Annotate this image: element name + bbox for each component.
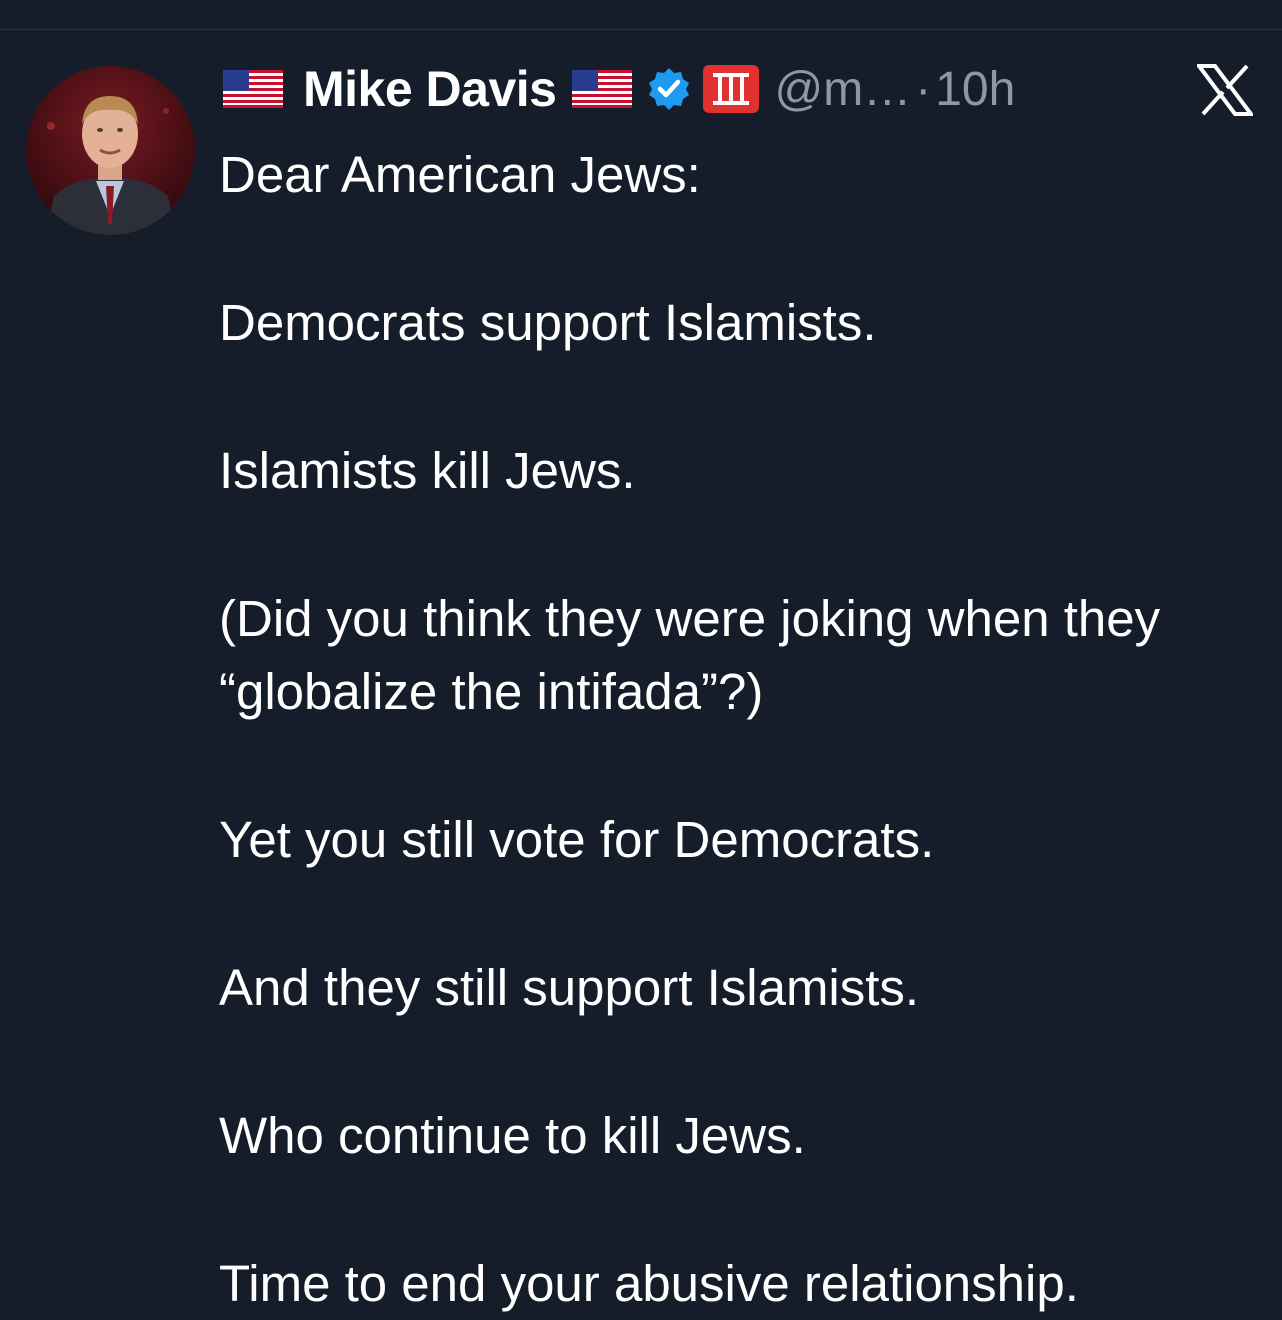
x-logo-icon[interactable]: [1197, 64, 1253, 116]
tweet-paragraph: (Did you think they were joking when the…: [219, 590, 1175, 720]
display-name[interactable]: Mike Davis: [303, 60, 557, 118]
tweet-paragraph: Time to end your abusive relationship.: [219, 1255, 1079, 1312]
tweet-paragraph: Dear American Jews:: [219, 146, 701, 203]
roman-numeral-three-icon[interactable]: [702, 64, 760, 114]
user-handle[interactable]: @m…: [774, 62, 911, 117]
tweet-header: Mike Davis @m… · 10h: [223, 58, 1015, 120]
tweet-timestamp[interactable]: 10h: [935, 62, 1015, 117]
avatar[interactable]: [26, 66, 195, 235]
avatar-photo-icon: [26, 66, 195, 235]
us-flag-icon: [223, 70, 283, 108]
us-flag-icon: [572, 70, 633, 108]
top-divider: [0, 29, 1282, 30]
verified-badge-icon[interactable]: [646, 66, 692, 112]
tweet-paragraph: Who continue to kill Jews.: [219, 1107, 806, 1164]
tweet-text: Dear American Jews: Democrats support Is…: [219, 138, 1269, 1320]
separator-dot: ·: [915, 62, 932, 116]
tweet-paragraph: Yet you still vote for Democrats.: [219, 811, 935, 868]
tweet-paragraph: Democrats support Islamists.: [219, 294, 877, 351]
tweet-paragraph: And they still support Islamists.: [219, 959, 920, 1016]
tweet-paragraph: Islamists kill Jews.: [219, 442, 636, 499]
